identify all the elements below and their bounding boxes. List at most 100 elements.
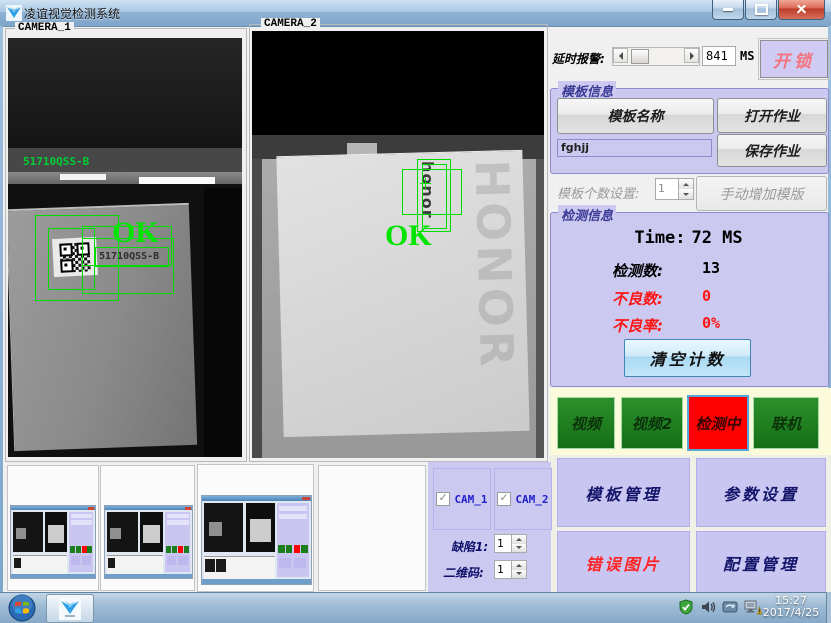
camera1-image[interactable]: 51710QSS-B 51710QSS-B OK [8, 38, 242, 457]
qrcode-value: 1 [494, 560, 512, 579]
spin-up-button[interactable] [512, 561, 526, 570]
bird-logo-icon [59, 598, 81, 620]
taskbar-clock[interactable]: 15:27 2017/4/25 [756, 595, 826, 619]
thumbnail-panel[interactable] [197, 464, 314, 592]
ng-rate-value: 0% [702, 314, 720, 332]
qrcode-spinner[interactable]: 1 [494, 560, 527, 579]
spin-up-button[interactable] [512, 535, 526, 544]
clock-date: 2017/4/25 [756, 607, 826, 619]
show-desktop-button[interactable] [826, 592, 831, 623]
app-logo-icon [6, 5, 22, 21]
app-window: 凌谊视觉检测系统 CAMERA_1 51710QSS-B [0, 0, 831, 623]
up-arrow-icon [683, 180, 689, 186]
security-shield-icon[interactable] [678, 599, 694, 615]
cam2-checkbox-checked-icon[interactable] [497, 492, 511, 506]
cam2-checkbox-group[interactable]: CAM_2 [494, 468, 552, 530]
alarm-scrollbar[interactable] [612, 47, 700, 66]
alarm-unit: MS [740, 49, 754, 63]
window-frame-left [0, 26, 3, 592]
defect-label: 缺陷1: [451, 538, 488, 555]
video1-button[interactable]: 视频 [557, 397, 615, 449]
clear-count-button[interactable]: 清空计数 [624, 339, 751, 377]
detect-info-title: 检测信息 [558, 205, 616, 224]
cam1-checkbox-checked-icon[interactable] [436, 492, 450, 506]
cam2-checkbox-label: CAM_2 [515, 493, 548, 506]
camera1-result: OK [112, 218, 159, 248]
maximize-icon [755, 4, 768, 15]
alarm-value-input[interactable] [702, 46, 736, 66]
template-manage-button[interactable]: 模板管理 [557, 458, 690, 527]
up-arrow-icon [516, 561, 522, 567]
detecting-button[interactable]: 检测中 [687, 395, 749, 451]
scroll-left-arrow[interactable] [613, 48, 628, 63]
spin-down-button[interactable] [512, 570, 526, 579]
minimize-button[interactable] [712, 0, 744, 20]
defect-spinner[interactable]: 1 [494, 534, 527, 553]
crosshair [425, 178, 426, 189]
spin-down-button[interactable] [512, 544, 526, 553]
template-name-input[interactable] [557, 139, 712, 157]
thumbnail-panel[interactable] [318, 465, 426, 591]
down-arrow-icon [516, 572, 522, 578]
template-name-button[interactable]: 模板名称 [557, 98, 714, 134]
cam1-checkbox-group[interactable]: CAM_1 [433, 468, 491, 530]
qrcode-label: 二维码: [443, 564, 484, 581]
scene-highlight [60, 174, 106, 180]
maximize-button[interactable] [745, 0, 777, 20]
ng-rate-label: 不良率: [612, 315, 663, 336]
taskbar-app-button[interactable] [46, 594, 94, 623]
camera2-image[interactable]: HONOR honor OK [252, 31, 544, 458]
scene-edge [252, 159, 262, 458]
spin-down-button[interactable] [679, 189, 693, 199]
minimize-icon [723, 8, 733, 11]
right-arrow-icon [690, 52, 698, 60]
cam1-checkbox-label: CAM_1 [454, 493, 487, 506]
save-job-button[interactable]: 保存作业 [717, 134, 827, 167]
detect-count-label: 检测数: [612, 260, 663, 281]
template-count-value: 1 [655, 178, 679, 200]
camera2-label: CAMERA_2 [261, 18, 320, 30]
window-title: 凌谊视觉检测系统 [24, 5, 120, 22]
template-count-spinner[interactable]: 1 [655, 178, 694, 200]
scroll-right-arrow[interactable] [684, 48, 699, 63]
box-watermark: HONOR [465, 159, 526, 410]
thumbnail-screenshot[interactable] [10, 505, 96, 579]
down-arrow-icon [683, 193, 689, 199]
scrollbar-thumb[interactable] [631, 49, 649, 64]
param-settings-button[interactable]: 参数设置 [696, 458, 826, 527]
left-arrow-icon [615, 52, 623, 60]
app-tray-icon[interactable] [722, 599, 738, 615]
close-button[interactable] [778, 0, 825, 20]
scene-edge [536, 159, 544, 458]
open-job-button[interactable]: 打开作业 [717, 98, 827, 133]
error-images-button[interactable]: 错误图片 [557, 531, 690, 594]
spin-up-button[interactable] [679, 179, 693, 189]
thumbnail-screenshot[interactable] [104, 505, 193, 579]
scene-background [204, 188, 242, 457]
add-template-button[interactable]: 手动增加模版 [696, 176, 827, 211]
camera2-result: OK [385, 221, 432, 251]
scene-background [8, 38, 242, 150]
thumbnail-panel[interactable] [7, 465, 99, 591]
config-manage-button[interactable]: 配置管理 [696, 531, 826, 594]
titlebar[interactable]: 凌谊视觉检测系统 [0, 0, 831, 27]
up-arrow-icon [516, 535, 522, 541]
defect-value: 1 [494, 534, 512, 553]
template-count-label: 模板个数设置: [557, 183, 639, 202]
time-value: 72 MS [691, 228, 742, 248]
detect-count-value: 13 [702, 259, 720, 277]
ng-count-value: 0 [702, 287, 711, 305]
start-button[interactable] [8, 594, 36, 622]
time-label: Time: [634, 228, 685, 248]
system-tray[interactable] [678, 599, 762, 615]
volume-icon[interactable] [700, 599, 716, 615]
thumbnail-panel[interactable] [100, 465, 195, 591]
thumbnail-screenshot[interactable] [201, 495, 312, 585]
code-rect: 51710QSS-B [95, 247, 169, 267]
ng-count-label: 不良数: [612, 288, 663, 309]
unlock-button[interactable]: 开锁 [760, 40, 828, 78]
video2-button[interactable]: 视频2 [621, 397, 683, 449]
camera1-top-code: 51710QSS-B [23, 155, 89, 168]
online-button[interactable]: 联机 [753, 397, 819, 449]
down-arrow-icon [516, 546, 522, 552]
